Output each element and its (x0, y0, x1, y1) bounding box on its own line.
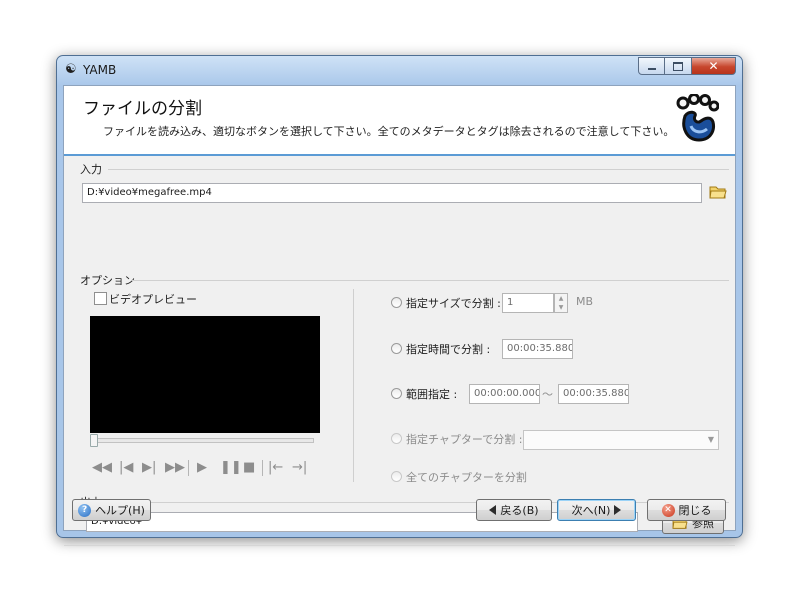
split-size-spinner[interactable]: ▲ ▼ (554, 293, 568, 313)
video-preview-checkbox[interactable] (94, 292, 107, 305)
output-path-field[interactable]: D:¥video¥ (86, 512, 638, 532)
pause-icon[interactable]: ❚❚ (220, 461, 242, 475)
close-icon: ✕ (708, 59, 719, 73)
help-button-label: ヘルプ(H) (95, 504, 145, 517)
next-arrow-icon (614, 505, 622, 515)
next-button-label: 次へ(N) (571, 504, 611, 517)
page-description: ファイルを読み込み、適切なボタンを選択して下さい。全てのメタデータとタグは除去さ… (103, 125, 675, 138)
next-button[interactable]: 次へ(N) (557, 499, 636, 521)
maximize-icon (673, 61, 683, 71)
yamb-logo-icon (676, 94, 719, 142)
page-title: ファイルの分割 (83, 99, 202, 119)
split-by-size-label: 指定サイズで分割 : (406, 297, 501, 310)
range-label: 範囲指定 : (406, 388, 458, 401)
spin-down-icon[interactable]: ▼ (555, 303, 567, 312)
controls-separator (262, 460, 263, 476)
minimize-button[interactable] (638, 57, 665, 75)
split-by-size-radio[interactable] (391, 297, 402, 308)
close-window-button[interactable]: ✕ (692, 57, 736, 75)
title-bar[interactable]: ☯ YAMB ✕ (57, 56, 742, 84)
app-logo-icon: ☯ (65, 62, 77, 77)
close-button-label: 閉じる (678, 504, 712, 517)
video-preview-label: ビデオプレビュー (109, 293, 197, 306)
stop-icon[interactable]: ■ (243, 461, 255, 475)
next-frame-icon[interactable]: ▶| (142, 461, 156, 475)
mark-in-icon[interactable]: |← (268, 461, 283, 475)
help-button[interactable]: ? ヘルプ(H) (72, 499, 151, 521)
seek-thumb[interactable] (90, 434, 98, 447)
spin-up-icon[interactable]: ▲ (555, 294, 567, 303)
range-separator: 〜 (542, 388, 553, 401)
split-all-chapters-radio[interactable] (391, 471, 402, 482)
split-size-field[interactable]: 1 (502, 293, 554, 313)
help-icon: ? (78, 503, 92, 517)
prev-frame-icon[interactable]: |◀ (119, 461, 133, 475)
mark-out-icon[interactable]: →| (292, 461, 307, 475)
split-time-field[interactable]: 00:00:35.880 (502, 339, 573, 359)
window-title: YAMB (83, 63, 117, 77)
back-arrow-icon (489, 505, 497, 515)
range-radio[interactable] (391, 388, 402, 399)
dialog-client: ファイルの分割 ファイルを読み込み、適切なボタンを選択して下さい。全てのメタデー… (63, 85, 736, 546)
options-group-divider (132, 280, 729, 281)
minimize-icon (647, 68, 656, 70)
split-by-chapter-label: 指定チャプターで分割 : (406, 433, 523, 446)
controls-separator (188, 460, 189, 476)
rewind-icon[interactable]: ◀◀ (92, 461, 112, 475)
input-path-field[interactable]: D:¥video¥megafree.mp4 (82, 183, 702, 203)
caption-buttons: ✕ (638, 57, 736, 75)
fast-forward-icon[interactable]: ▶▶ (165, 461, 185, 475)
chevron-down-icon: ▼ (707, 435, 714, 444)
range-end-field[interactable]: 00:00:35.880 (558, 384, 629, 404)
wizard-header: ファイルの分割 ファイルを読み込み、適切なボタンを選択して下さい。全てのメタデー… (64, 86, 735, 156)
split-all-chapters-label: 全てのチャプターを分割 (406, 471, 527, 484)
options-group-label: オプション (80, 272, 138, 288)
play-icon[interactable]: ▶ (197, 461, 207, 475)
maximize-button[interactable] (665, 57, 692, 75)
options-splitter (353, 289, 354, 482)
close-circle-icon: ✕ (661, 503, 675, 517)
input-group-divider (108, 169, 729, 170)
split-by-time-label: 指定時間で分割 : (406, 343, 491, 356)
open-folder-icon[interactable] (709, 183, 727, 201)
video-preview-area (90, 316, 320, 433)
close-button[interactable]: ✕ 閉じる (647, 499, 726, 521)
footer-divider (64, 545, 735, 546)
split-by-time-radio[interactable] (391, 343, 402, 354)
split-by-chapter-radio[interactable] (391, 433, 402, 444)
back-button[interactable]: 戻る(B) (476, 499, 552, 521)
split-size-unit: MB (576, 295, 594, 308)
range-start-field[interactable]: 00:00:00.000 (469, 384, 540, 404)
chapter-select[interactable]: ▼ (523, 430, 719, 450)
yamb-window: ☯ YAMB ✕ ファイルの分割 ファイルを読み込み、適切なボタンを選択して下さ… (56, 55, 743, 546)
back-button-label: 戻る(B) (500, 504, 539, 517)
input-group-label: 入力 (80, 161, 105, 177)
seek-bar[interactable] (90, 438, 314, 443)
